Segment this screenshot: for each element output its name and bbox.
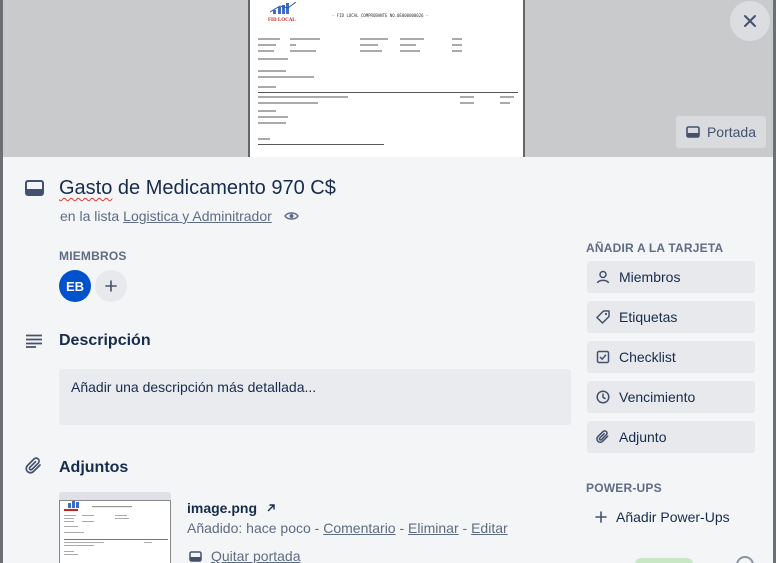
card-details: Gasto de Medicamento 970 C$ en la lista … bbox=[3, 157, 773, 563]
attachment-preview-image bbox=[64, 501, 168, 555]
card-title[interactable]: Gasto de Medicamento 970 C$ bbox=[59, 177, 336, 200]
members-label: MIEMBROS bbox=[59, 249, 127, 263]
watch-eye-icon[interactable] bbox=[283, 211, 299, 221]
sidebar-members-button[interactable]: Miembros bbox=[587, 261, 755, 293]
card-cover-icon bbox=[686, 126, 700, 138]
description-icon bbox=[26, 334, 42, 348]
cover-button-label: Portada bbox=[706, 124, 757, 140]
attachment-edit-link[interactable]: Editar bbox=[471, 520, 508, 536]
remove-cover[interactable]: Quitar portada bbox=[189, 548, 301, 563]
attachment-item: image.png bbox=[187, 500, 276, 516]
list-name-link[interactable]: Logistica y Adminitrador bbox=[123, 208, 272, 224]
description-input[interactable]: Añadir una descripción más detallada... bbox=[59, 369, 571, 425]
plus-icon bbox=[595, 511, 607, 523]
attachment-meta: Añadido: hace poco - Comentario - Elimin… bbox=[187, 520, 508, 536]
paperclip-icon bbox=[596, 430, 609, 444]
tag-icon bbox=[596, 310, 610, 324]
add-member-button[interactable] bbox=[95, 270, 127, 302]
close-icon bbox=[744, 15, 756, 27]
attachment-thumbnail[interactable] bbox=[59, 492, 171, 563]
sidebar-checklist-button[interactable]: Checklist bbox=[587, 341, 755, 373]
attachment-comment-link[interactable]: Comentario bbox=[323, 520, 395, 536]
document-heading: - FID LOCAL COMPROBANTE NO.0E000000026 - bbox=[332, 13, 429, 18]
add-powerups-button[interactable]: Añadir Power-Ups bbox=[587, 505, 730, 529]
sidebar-labels-button[interactable]: Etiquetas bbox=[587, 301, 755, 333]
card-list-info: en la lista Logistica y Adminitrador bbox=[60, 208, 299, 224]
remove-cover-link[interactable]: Quitar portada bbox=[211, 548, 301, 563]
powerups-label: POWER-UPS bbox=[586, 481, 662, 495]
clock-icon bbox=[596, 390, 610, 404]
attachments-title: Adjuntos bbox=[59, 459, 129, 476]
partial-green-button[interactable] bbox=[635, 558, 693, 563]
paperclip-icon bbox=[25, 457, 41, 474]
attachment-delete-link[interactable]: Eliminar bbox=[408, 520, 459, 536]
description-title: Descripción bbox=[59, 332, 151, 349]
cover-button[interactable]: Portada bbox=[676, 116, 766, 148]
checkbox-icon bbox=[596, 350, 610, 364]
external-link-icon[interactable] bbox=[266, 503, 276, 513]
card-cover: FID LOCAL - FID LOCAL COMPROBANTE NO.0E0… bbox=[3, 0, 773, 157]
document-logo-icon: FID LOCAL bbox=[268, 2, 296, 23]
card-icon bbox=[25, 180, 44, 196]
svg-text:FID LOCAL: FID LOCAL bbox=[268, 18, 296, 23]
avatar[interactable]: EB bbox=[59, 270, 91, 302]
card-cover-icon bbox=[189, 550, 202, 562]
sidebar-due-date-button[interactable]: Vencimiento bbox=[587, 381, 755, 413]
plus-icon bbox=[105, 280, 117, 292]
sidebar-attachment-button[interactable]: Adjunto bbox=[587, 421, 755, 453]
attachment-name[interactable]: image.png bbox=[187, 500, 257, 516]
partial-circle-icon[interactable] bbox=[736, 556, 754, 563]
add-to-card-label: AÑADIR A LA TARJETA bbox=[586, 241, 724, 255]
cover-document-image: FID LOCAL - FID LOCAL COMPROBANTE NO.0E0… bbox=[248, 0, 525, 157]
person-icon bbox=[596, 270, 610, 284]
close-button[interactable] bbox=[730, 1, 770, 41]
